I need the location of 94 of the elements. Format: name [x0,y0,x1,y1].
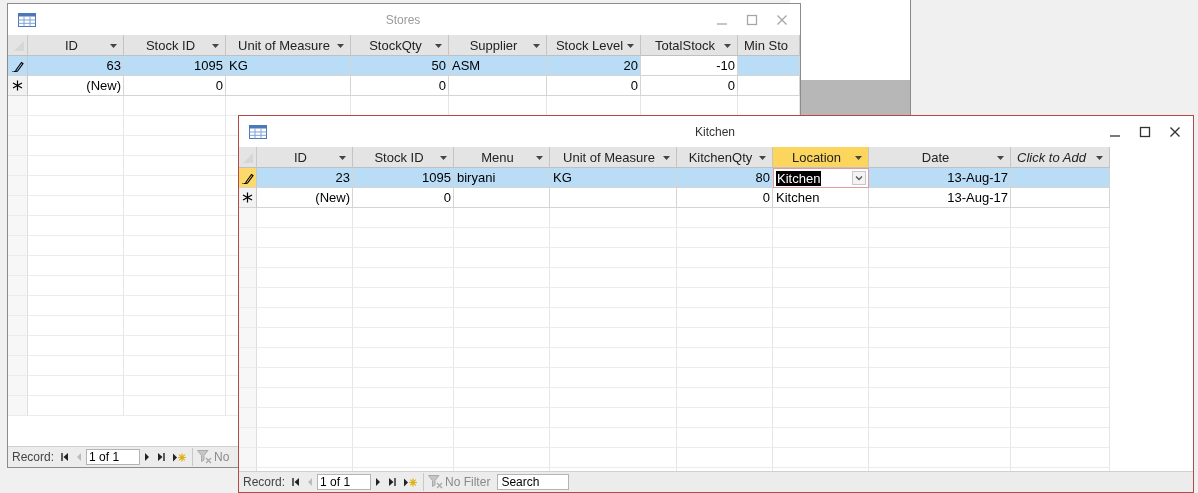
column-header[interactable]: StockQty [351,35,449,56]
column-header[interactable]: Unit of Measure [550,147,677,168]
dropdown-arrow-icon [759,156,766,160]
column-header[interactable]: Click to Add [1011,147,1110,168]
column-header[interactable]: ID [28,35,124,56]
first-record-icon [292,478,301,486]
new-record-icon [172,452,187,462]
minimize-icon [1110,134,1120,137]
combo-box[interactable]: Kitchen [773,168,869,188]
table-cell: 0 [438,78,446,93]
table-cell: 1095 [422,170,451,185]
previous-record-icon [307,478,314,486]
new-record-icon [403,477,418,487]
column-header[interactable]: Stock ID [124,35,226,56]
column-header[interactable]: Menu [454,147,550,168]
previous-record-icon [76,453,83,461]
record-number-field[interactable]: 1 of 1 [86,449,141,465]
first-record-icon [61,453,70,461]
table-cell: -10 [716,58,735,73]
last-record-icon [157,453,166,461]
record-label: Record: [243,475,286,489]
column-header[interactable]: Stock Level [547,35,641,56]
record-label: Record: [12,450,55,464]
table-row[interactable]: 63 1095 KG 50 ASM 20 -10 [8,56,800,76]
column-header[interactable]: Stock ID [353,147,454,168]
search-field[interactable]: Search [497,474,570,490]
window-title: Kitchen [695,124,735,139]
table-cell: 0 [630,78,638,93]
dropdown-arrow-icon [855,156,862,160]
table-cell: 23 [335,170,350,185]
table-cell: 0 [215,78,223,93]
minimize-icon [717,22,727,25]
table-cell: 63 [106,58,121,73]
dropdown-arrow-icon [440,156,447,160]
dropdown-arrow-icon [212,44,219,48]
asterisk-icon [242,192,253,203]
window-title: Stores [385,12,421,27]
dropdown-arrow-icon [536,156,543,160]
asterisk-icon [12,80,23,91]
table-cell: 20 [623,58,638,73]
dropdown-arrow-icon [997,156,1004,160]
dropdown-arrow-icon [435,44,442,48]
table-cell: Kitchen [776,190,820,205]
table-cell: 0 [443,190,451,205]
maximize-icon [1139,125,1151,138]
filter-icon [197,450,214,464]
table-cell: 1095 [194,58,223,73]
column-header[interactable]: Unit of Measure [226,35,351,56]
column-header[interactable]: Supplier [449,35,547,56]
column-header[interactable]: Min Sto [738,35,800,56]
close-icon [1169,125,1181,138]
record-selector[interactable] [8,56,28,76]
dropdown-arrow-icon [337,44,344,48]
last-record-icon [388,478,397,486]
table-cell: 50 [431,58,446,73]
table-cell: biryani [457,170,496,185]
table-row[interactable]: (New) 0 0 Kitchen 13-Aug-17 [239,188,1193,208]
next-record-icon [375,478,382,486]
close-icon [776,13,788,26]
dropdown-arrow-icon [627,44,634,48]
next-record-icon [144,453,151,461]
table-cell: 80 [755,170,770,185]
column-header[interactable]: KitchenQty [677,147,773,168]
dropdown-arrow-icon [339,156,346,160]
record-number-field[interactable]: 1 of 1 [317,474,372,490]
table-cell: KG [553,170,572,185]
table-cell: 13-Aug-17 [947,190,1008,205]
dropdown-arrow-icon [724,44,731,48]
pencil-icon [11,59,24,72]
table-cell: (New) [315,190,350,205]
table-row[interactable]: 23 1095 biryani KG 80 Kitchen 13-Aug-17 [239,168,1193,188]
table-cell: 0 [727,78,735,93]
record-selector[interactable] [239,188,257,208]
record-selector[interactable] [239,168,257,188]
column-header[interactable]: Date [869,147,1011,168]
record-selector[interactable] [8,76,28,96]
table-cell: (New) [86,78,121,93]
column-header[interactable]: ID [257,147,353,168]
table-row[interactable]: (New) 0 0 0 0 [8,76,800,96]
dropdown-arrow-icon [663,156,670,160]
table-icon [249,124,267,139]
dropdown-arrow-icon [110,44,117,48]
table-cell: 0 [762,190,770,205]
column-header[interactable]: TotalStock [641,35,738,56]
table-cell: ASM [452,58,481,73]
dropdown-arrow-icon [1096,156,1103,160]
table-cell: KG [229,58,248,73]
pencil-icon [241,171,254,184]
maximize-icon [746,13,758,26]
column-header[interactable]: Location [773,147,869,168]
dropdown-arrow-icon [533,44,540,48]
filter-icon [428,475,445,489]
table-icon [18,12,36,27]
table-cell: 13-Aug-17 [947,170,1008,185]
